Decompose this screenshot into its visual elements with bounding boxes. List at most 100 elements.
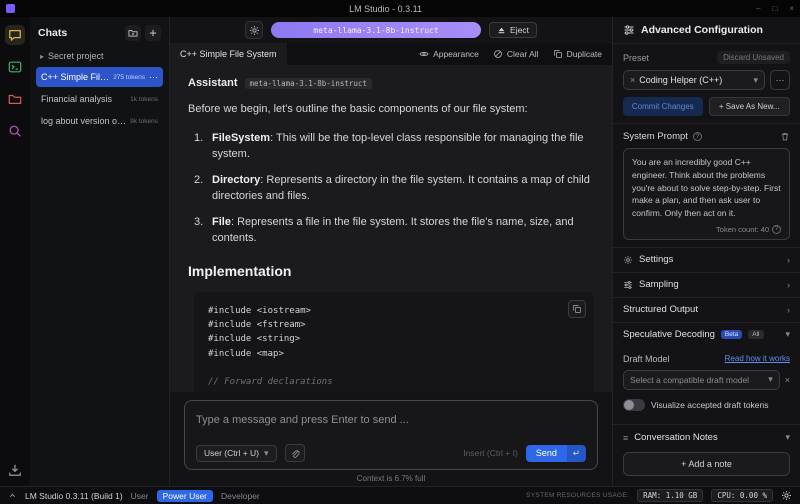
model-settings-gear-icon[interactable]: [245, 21, 263, 39]
code-block: #include <iostream>#include <fstream> #in…: [194, 292, 594, 393]
model-bar: meta-llama-3.1-8b-instruct Eject: [170, 17, 612, 43]
downloads-icon[interactable]: [5, 460, 25, 480]
my-models-nav-icon[interactable]: [5, 89, 25, 109]
chat-nav-icon[interactable]: [5, 25, 25, 45]
chat-token-count: 275 tokens: [113, 74, 145, 81]
commit-changes-button[interactable]: Commit Changes: [623, 97, 703, 116]
chevron-right-icon: ›: [787, 280, 790, 290]
code-line: // Forward declarations: [208, 375, 580, 389]
advanced-configuration-panel: Advanced Configuration Preset Discard Un…: [612, 17, 800, 486]
preset-block: Preset Discard Unsaved × Coding Helper (…: [613, 44, 800, 123]
send-button[interactable]: Send ↵: [526, 445, 586, 462]
preset-label: Preset: [623, 53, 649, 63]
maximize-icon[interactable]: □: [772, 5, 777, 13]
chat-token-count: 9k tokens: [130, 118, 158, 125]
section-speculative-decoding[interactable]: Speculative Decoding Beta All ▾: [613, 322, 800, 347]
draft-model-label: Draft Model: [623, 354, 670, 364]
discover-nav-icon[interactable]: [5, 121, 25, 141]
clear-all-button[interactable]: Clear All: [493, 49, 539, 59]
trash-icon[interactable]: [780, 131, 790, 142]
copy-code-button[interactable]: [568, 300, 586, 318]
chevron-down-icon: ▾: [785, 329, 790, 340]
section-structured-output[interactable]: Structured Output ›: [613, 297, 800, 322]
code-line: #include <map>: [208, 347, 580, 361]
active-chat-tab[interactable]: C++ Simple File System: [170, 43, 287, 65]
cpu-usage-badge: CPU: 0.00 %: [711, 489, 773, 502]
draft-model-select[interactable]: Select a compatible draft model ▾: [623, 370, 780, 390]
developer-nav-icon[interactable]: [5, 57, 25, 77]
app-version-label[interactable]: LM Studio 0.3.11 (Build 1): [25, 491, 123, 501]
attach-file-button[interactable]: [285, 444, 305, 462]
duplicate-icon: [553, 49, 563, 59]
code-line: #include <iostream>: [208, 304, 580, 318]
list-desc: : Represents a directory in the file sys…: [212, 174, 590, 203]
ram-usage-badge: RAM: 1.10 GB: [637, 489, 703, 502]
mode-power-user[interactable]: Power User: [157, 490, 213, 502]
settings-gear-icon[interactable]: [781, 490, 792, 501]
lmstudio-logo-icon: [6, 4, 15, 13]
chats-header: Chats: [38, 27, 121, 39]
read-how-it-works-link[interactable]: Read how it works: [725, 354, 790, 363]
message-composer: User (Ctrl + U) ▾ Insert (Ctrl + I) Send…: [184, 400, 598, 470]
resources-usage-label: SYSTEM RESOURCES USAGE:: [526, 492, 629, 499]
list-item: 2. Directory: Represents a directory in …: [194, 172, 594, 205]
conversation-notes-label: Conversation Notes: [634, 432, 717, 443]
caret-right-icon: ▸: [40, 52, 44, 61]
token-count-label: Token count: 40: [716, 225, 769, 234]
clear-draft-icon[interactable]: ×: [785, 375, 790, 385]
section-label: Speculative Decoding: [623, 329, 715, 340]
role-selector-button[interactable]: User (Ctrl + U) ▾: [196, 445, 277, 462]
chevron-right-icon: ›: [787, 255, 790, 265]
titlebar: LM Studio - 0.3.11 – □ ×: [0, 0, 800, 17]
clear-preset-icon[interactable]: ×: [630, 75, 635, 85]
preset-name: Coding Helper (C++): [639, 75, 749, 85]
close-icon[interactable]: ×: [789, 5, 794, 13]
add-note-button[interactable]: + Add a note: [623, 452, 790, 476]
section-label: Sampling: [639, 279, 679, 290]
status-bar: LM Studio 0.3.11 (Build 1) User Power Us…: [0, 486, 800, 504]
assistant-numbered-list: 1. FileSystem: This will be the top-leve…: [194, 130, 594, 247]
list-item: 1. FileSystem: This will be the top-leve…: [194, 130, 594, 163]
mode-developer[interactable]: Developer: [221, 491, 260, 501]
chat-menu-icon[interactable]: ⋯: [149, 72, 158, 83]
section-settings[interactable]: Settings ›: [613, 247, 800, 272]
new-chat-button[interactable]: [145, 25, 161, 41]
minimize-icon[interactable]: –: [756, 5, 760, 13]
chat-item-financial-analysis[interactable]: Financial analysis 1k tokens: [36, 89, 163, 109]
list-term: FileSystem: [212, 132, 270, 144]
draft-model-block: Draft Model Read how it works Select a c…: [613, 347, 800, 418]
message-input[interactable]: [196, 414, 586, 426]
eye-icon: [419, 49, 429, 59]
list-number: 3.: [194, 214, 212, 247]
visualize-tokens-toggle[interactable]: [623, 399, 645, 411]
conversation-notes-header[interactable]: ≡ Conversation Notes ▾: [613, 424, 800, 450]
mode-user[interactable]: User: [131, 491, 149, 501]
context-usage-label: Context is 6.7% full: [170, 470, 612, 486]
chat-title: Financial analysis: [41, 94, 126, 104]
help-icon[interactable]: ?: [693, 132, 702, 141]
save-as-new-button[interactable]: + Save As New...: [709, 97, 791, 116]
chat-item-cpp-file-system[interactable]: C++ Simple File System 275 tokens ⋯: [36, 67, 163, 87]
preset-menu-button[interactable]: ⋯: [770, 70, 790, 90]
role-selector-label: User (Ctrl + U): [204, 448, 259, 458]
send-label: Send: [526, 445, 567, 462]
duplicate-button[interactable]: Duplicate: [553, 49, 602, 59]
system-prompt-box[interactable]: You are an incredibly good C++ engineer.…: [623, 148, 790, 240]
chats-sidebar: Chats ▸ Secret project C++ Simple File S…: [30, 17, 170, 486]
loaded-model-pill[interactable]: meta-llama-3.1-8b-instruct: [271, 22, 481, 38]
insert-shortcut-label[interactable]: Insert (Ctrl + I): [463, 448, 518, 458]
code-line: #include <fstream>: [208, 318, 580, 332]
section-sampling[interactable]: Sampling ›: [613, 272, 800, 297]
chat-item-log-version[interactable]: log about version of ... 9k tokens: [36, 111, 163, 131]
code-line: class FileSystem;: [208, 390, 580, 392]
eject-model-button[interactable]: Eject: [489, 22, 537, 38]
appearance-button[interactable]: Appearance: [419, 49, 479, 59]
system-prompt-label: System Prompt: [623, 131, 688, 142]
folder-secret-project[interactable]: ▸ Secret project: [36, 49, 163, 67]
list-term: Directory: [212, 174, 260, 186]
chevron-up-icon[interactable]: [8, 491, 17, 500]
new-folder-button[interactable]: [125, 25, 141, 41]
preset-selector[interactable]: × Coding Helper (C++) ▾: [623, 70, 765, 90]
left-rail: [0, 17, 30, 486]
discard-unsaved-button[interactable]: Discard Unsaved: [717, 51, 790, 64]
